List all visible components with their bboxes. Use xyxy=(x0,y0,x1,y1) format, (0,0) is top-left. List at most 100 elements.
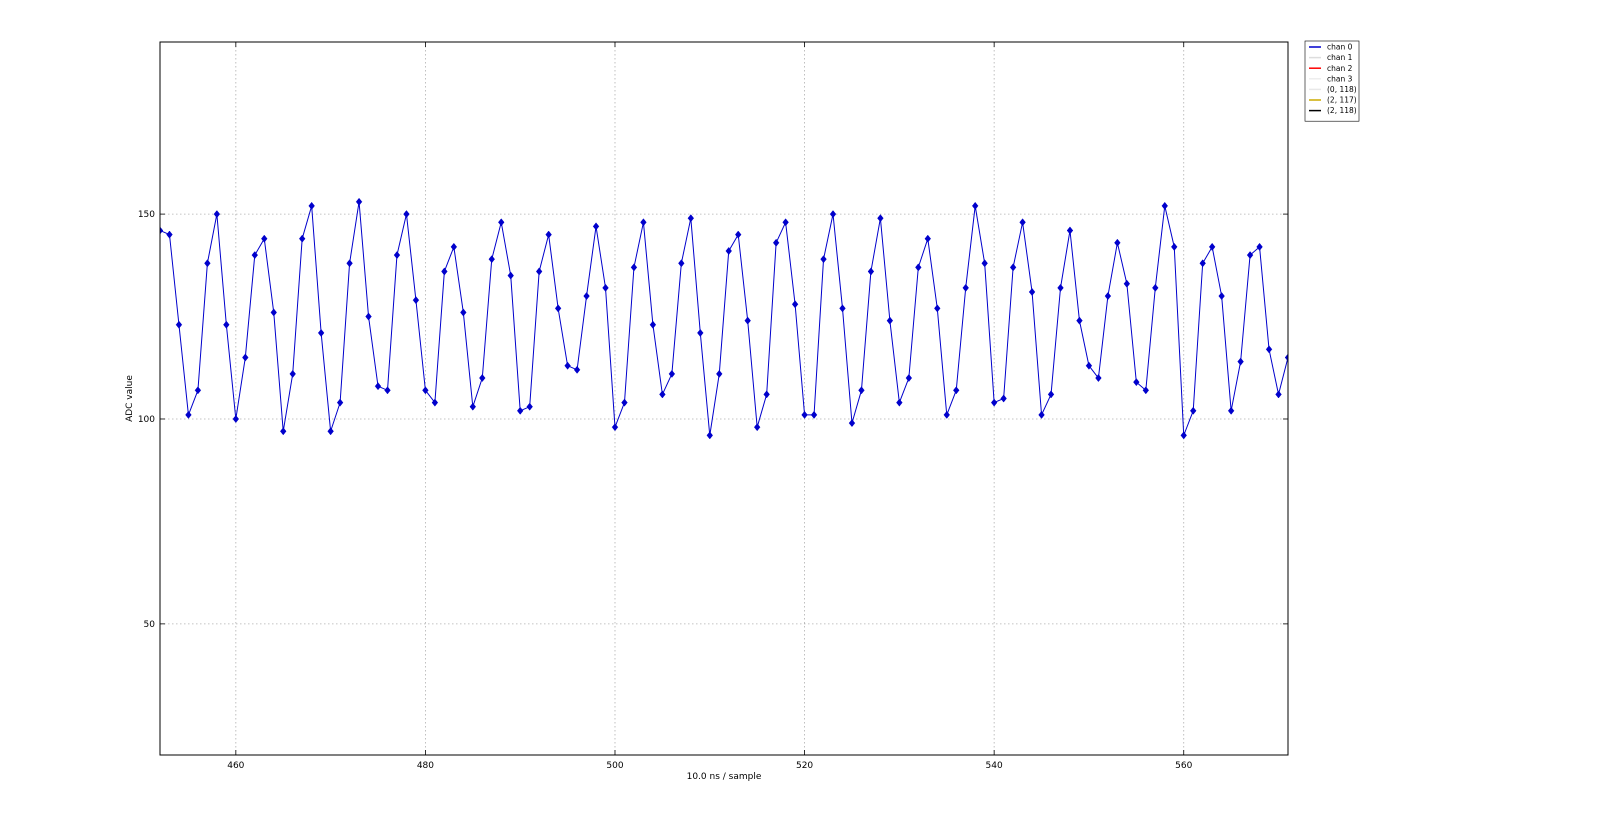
data-point-marker xyxy=(1190,406,1197,415)
data-point-marker xyxy=(839,304,846,313)
data-point-marker xyxy=(1218,292,1225,301)
data-point-marker xyxy=(659,390,666,399)
data-point-marker xyxy=(336,398,344,407)
data-point-marker xyxy=(365,312,372,321)
data-point-marker xyxy=(1256,242,1263,251)
y-tick-label: 100 xyxy=(138,415,155,425)
data-point-marker xyxy=(355,197,363,206)
data-point-marker xyxy=(204,259,211,268)
data-point-marker xyxy=(327,427,334,436)
data-point-marker xyxy=(1142,386,1150,395)
data-point-marker xyxy=(270,308,277,317)
legend-label: chan 2 xyxy=(1327,64,1353,73)
data-point-marker xyxy=(194,386,202,395)
y-axis-label: ADC value xyxy=(125,375,135,422)
data-point-marker xyxy=(706,431,713,440)
data-point-marker xyxy=(175,320,183,329)
data-point-marker xyxy=(488,255,495,264)
data-point-marker xyxy=(393,251,401,260)
data-point-marker xyxy=(744,316,751,325)
data-point-marker xyxy=(867,267,875,276)
data-point-marker xyxy=(1009,263,1017,272)
x-tick-label: 480 xyxy=(417,761,434,771)
data-point-marker xyxy=(498,218,505,227)
x-tick-label: 500 xyxy=(606,761,623,771)
data-point-marker xyxy=(1123,279,1131,288)
legend-label: (2, 118) xyxy=(1327,106,1357,115)
data-point-marker xyxy=(1227,406,1235,415)
grid xyxy=(160,42,1288,755)
data-point-marker xyxy=(166,230,173,239)
data-point-marker xyxy=(479,374,486,383)
data-point-marker xyxy=(289,369,296,378)
data-point-marker xyxy=(630,263,638,272)
data-point-marker xyxy=(877,214,884,223)
data-point-marker xyxy=(507,271,514,280)
data-point-marker xyxy=(280,427,287,436)
x-tick-label: 460 xyxy=(227,761,244,771)
series-clip-group xyxy=(160,197,1288,440)
data-point-marker xyxy=(526,402,533,411)
data-point-marker xyxy=(801,410,808,419)
data-point-marker xyxy=(554,304,562,313)
data-point-marker xyxy=(242,353,249,362)
data-point-marker xyxy=(412,296,420,305)
data-point-marker xyxy=(943,410,950,419)
x-axis-label: 10.0 ns / sample xyxy=(687,772,762,782)
legend-label: chan 1 xyxy=(1327,53,1353,62)
data-point-marker xyxy=(716,369,723,378)
series-line-chan-0 xyxy=(160,201,1288,436)
data-point-marker xyxy=(384,386,391,395)
data-point-marker xyxy=(602,283,609,292)
data-point-marker xyxy=(753,423,761,432)
data-point-marker xyxy=(441,267,448,276)
data-point-marker xyxy=(621,398,628,407)
data-point-marker xyxy=(668,369,676,378)
data-point-marker xyxy=(782,218,789,227)
data-point-marker xyxy=(346,259,353,268)
data-point-marker xyxy=(1152,283,1159,292)
data-point-marker xyxy=(545,230,552,239)
data-point-marker xyxy=(298,234,306,243)
data-point-marker xyxy=(953,386,960,395)
data-point-marker xyxy=(678,259,685,268)
data-point-marker xyxy=(820,255,827,264)
series-layer xyxy=(160,197,1288,440)
data-point-marker xyxy=(450,242,458,251)
legend-label: (2, 117) xyxy=(1327,96,1357,105)
data-point-marker xyxy=(981,259,988,268)
data-point-marker xyxy=(905,374,913,383)
data-point-marker xyxy=(592,222,600,231)
data-point-marker xyxy=(915,263,922,272)
data-point-marker xyxy=(1028,287,1036,296)
legend-label: (0, 118) xyxy=(1327,85,1357,94)
data-point-marker xyxy=(1133,378,1140,387)
data-point-marker xyxy=(971,201,979,210)
x-tick-label: 540 xyxy=(986,761,1003,771)
data-point-marker xyxy=(460,308,467,317)
data-point-marker xyxy=(1237,357,1244,366)
data-point-marker xyxy=(791,300,799,309)
data-point-marker xyxy=(583,292,590,301)
data-point-marker xyxy=(886,316,894,325)
adc-line-chart: 460 480 500 520 540 560 50 100 150 10.0 ns / sam… xyxy=(125,40,1360,782)
data-point-marker xyxy=(640,218,647,227)
data-point-marker xyxy=(223,320,230,329)
data-point-marker xyxy=(403,210,410,219)
data-point-marker xyxy=(469,402,477,411)
data-point-marker xyxy=(564,361,571,370)
data-point-marker xyxy=(573,365,581,374)
data-point-marker xyxy=(848,419,856,428)
legend-label: chan 3 xyxy=(1327,74,1353,83)
data-point-marker xyxy=(649,320,657,329)
axis-ticks: 460 480 500 520 540 560 50 100 150 xyxy=(138,42,1288,771)
data-point-marker xyxy=(858,386,865,395)
plot-area-frame xyxy=(159,41,1289,756)
data-point-marker xyxy=(934,304,941,313)
legend-label: chan 0 xyxy=(1327,43,1353,52)
data-point-marker xyxy=(1265,345,1273,354)
data-point-marker xyxy=(611,423,619,432)
data-point-marker xyxy=(1246,251,1254,260)
data-point-marker xyxy=(1161,201,1168,210)
y-tick-label: 50 xyxy=(144,620,156,630)
